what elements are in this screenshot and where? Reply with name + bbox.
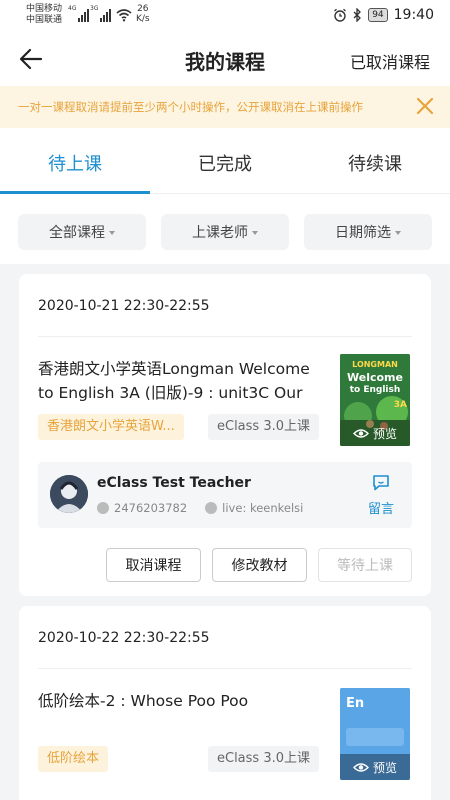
teacher-qq: 2476203782 <box>114 501 188 515</box>
cover-brand: LONGMAN <box>352 360 398 369</box>
qq-icon <box>97 502 109 514</box>
message-label: 留言 <box>367 502 394 517</box>
course-title: 低阶绘本-2 : Whose Poo Poo <box>38 692 249 710</box>
cancelled-courses-link[interactable]: 已取消课程 <box>350 49 430 73</box>
alarm-icon <box>334 8 347 22</box>
clock: 19:40 <box>393 7 434 23</box>
cover-title-1: Welcome <box>347 371 403 384</box>
eye-icon <box>352 762 369 772</box>
waiting-status-button: 等待上课 <box>318 548 412 582</box>
status-bar: 中国移动 中国联通 4G 3G 26 K/s 94 19:40 <box>0 0 450 32</box>
filter-all-courses[interactable]: 全部课程 <box>18 214 146 250</box>
divider <box>38 668 412 669</box>
course-category-tag: 香港朗文小学英语W... <box>38 414 184 440</box>
eye-icon <box>352 428 369 438</box>
course-title: 香港朗文小学英语Longman Welcome to English 3A (旧… <box>38 360 310 402</box>
preview-button[interactable]: 预览 <box>340 754 410 780</box>
course-category-tag: 低阶绘本 <box>38 746 109 772</box>
lesson-time: 2020-10-21 22:30-22:55 <box>38 298 210 314</box>
message-icon <box>373 475 389 491</box>
app-header: 我的课程 已取消课程 <box>0 32 450 86</box>
cancel-course-button[interactable]: 取消课程 <box>106 548 201 582</box>
notice-text: 一对一课程取消请提前至少两个小时操作，公开课取消在上课前操作 <box>18 100 363 114</box>
change-material-button[interactable]: 修改教材 <box>212 548 307 582</box>
status-right: 94 19:40 <box>333 7 434 23</box>
course-card[interactable]: 2020-10-22 22:30-22:55 低阶绘本-2 : Whose Po… <box>19 606 431 800</box>
course-card[interactable]: 2020-10-21 22:30-22:55 香港朗文小学英语Longman W… <box>19 274 431 596</box>
carrier-2: 中国联通 <box>26 15 63 25</box>
signal-4g-icon: 4G <box>68 5 89 22</box>
skype-icon <box>205 502 218 514</box>
filter-teacher[interactable]: 上课老师 <box>161 214 289 250</box>
message-button[interactable]: 留言 <box>364 474 398 517</box>
carrier-info: 中国移动 中国联通 <box>26 4 62 26</box>
filter-label: 上课老师 <box>192 225 248 241</box>
close-icon[interactable] <box>416 97 434 115</box>
textbook-cover[interactable]: LONGMAN Welcome to English 3A 预览 <box>340 354 410 446</box>
wifi-icon <box>116 9 132 22</box>
textbook-cover[interactable]: En 预览 <box>340 688 410 780</box>
filter-bar: 全部课程 上课老师 日期筛选 <box>0 194 450 264</box>
cover-logo: En <box>346 696 365 711</box>
back-arrow-icon[interactable] <box>18 46 44 72</box>
preview-label: 预览 <box>372 426 397 441</box>
teacher-name: eClass Test Teacher <box>97 475 251 491</box>
battery-indicator: 94 <box>368 8 388 22</box>
caret-down-icon <box>395 231 401 235</box>
teacher-contacts: 2476203782 live: keenkelsi <box>97 501 303 515</box>
filter-label: 全部课程 <box>49 225 105 241</box>
preview-label: 预览 <box>372 760 397 775</box>
preview-button[interactable]: 预览 <box>340 420 410 446</box>
network-speed: 26 K/s <box>136 4 150 24</box>
teacher-info: eClass Test Teacher 2476203782 live: kee… <box>38 462 412 528</box>
cover-title-2: to English <box>349 385 401 395</box>
bluetooth-icon <box>353 8 362 22</box>
lesson-time: 2020-10-22 22:30-22:55 <box>38 630 210 646</box>
caret-down-icon <box>109 231 115 235</box>
divider <box>38 336 412 337</box>
filter-date[interactable]: 日期筛选 <box>304 214 432 250</box>
teacher-skype: live: keenkelsi <box>222 501 304 515</box>
tab-completed[interactable]: 已完成 <box>150 150 300 176</box>
cover-level: 3A <box>393 400 407 410</box>
caret-down-icon <box>252 231 258 235</box>
tab-upcoming[interactable]: 待上课 <box>0 150 150 176</box>
platform-tag: eClass 3.0上课 <box>208 414 320 440</box>
notice-banner: 一对一课程取消请提前至少两个小时操作，公开课取消在上课前操作 <box>0 86 450 128</box>
carrier-1: 中国移动 <box>26 4 63 14</box>
teacher-avatar-image <box>50 475 88 513</box>
signal-3g-icon: 3G <box>90 5 111 22</box>
filter-label: 日期筛选 <box>335 225 391 241</box>
platform-tag: eClass 3.0上课 <box>208 746 320 772</box>
tab-bar: 待上课 已完成 待续课 <box>0 128 450 194</box>
tab-renewal[interactable]: 待续课 <box>300 150 450 176</box>
avatar <box>50 475 88 513</box>
